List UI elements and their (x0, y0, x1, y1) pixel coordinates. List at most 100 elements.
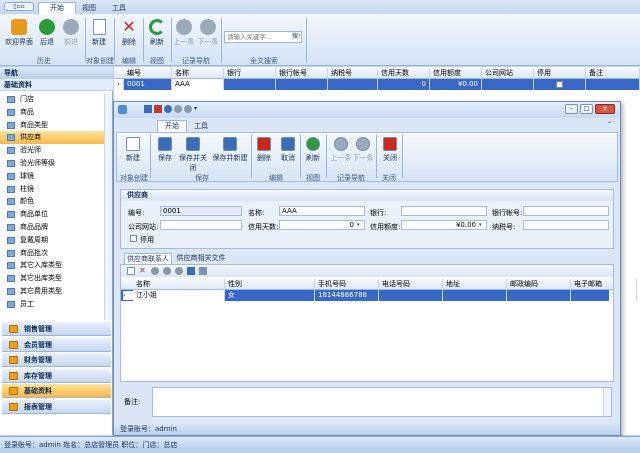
remove-row-icon[interactable]: ✕ (139, 267, 147, 275)
tool-icon[interactable] (199, 267, 207, 275)
dropdown-icon[interactable]: ▾ (194, 105, 202, 113)
tab-view[interactable]: 视图 (78, 3, 100, 14)
column-header[interactable]: 邮政编码 (507, 279, 571, 290)
sidebar-item[interactable]: 商品类型 (0, 119, 112, 132)
grid-cell[interactable] (507, 290, 571, 301)
grid-cell[interactable] (443, 290, 507, 301)
bank-field[interactable] (401, 206, 487, 216)
column-header[interactable]: 电话号码 (379, 279, 443, 290)
search-button[interactable]: 搜! (292, 32, 302, 42)
ribbon-collapse-icon[interactable]: ⌃ (607, 121, 615, 129)
credit-limit-field[interactable]: ¥0.00 (401, 220, 487, 230)
sidebar-item[interactable]: 其它入库类型 (0, 259, 112, 272)
sidebar-item[interactable]: 商品品牌 (0, 221, 112, 234)
disabled-checkbox[interactable] (556, 81, 563, 88)
column-header[interactable]: 性别 (225, 279, 315, 290)
nav-section-title[interactable]: 基础资料 (0, 79, 113, 91)
sidebar-item[interactable]: 供应商 (0, 131, 112, 145)
grid-cell[interactable] (224, 79, 276, 90)
prev-record-button[interactable]: 上一条 (172, 19, 196, 47)
save-icon[interactable] (144, 105, 152, 113)
grid-cell[interactable]: 0 (378, 79, 430, 90)
save-button[interactable]: 保存 (155, 137, 175, 163)
save-new-button[interactable]: 保存并新建 (211, 137, 249, 163)
nav-down-icon[interactable] (184, 105, 192, 113)
column-header[interactable]: 信用额度 (430, 68, 482, 79)
cancel-button[interactable]: 取消 (277, 137, 299, 163)
code-field[interactable]: 0001 (160, 206, 242, 216)
welcome-button[interactable]: 欢迎界面 (4, 19, 34, 47)
column-header[interactable]: 名称 (133, 279, 225, 290)
minimize-button[interactable]: – (565, 104, 578, 114)
sidebar-item[interactable]: 球镜 (0, 170, 112, 183)
grid-cell[interactable] (571, 290, 637, 301)
close-button[interactable]: 关闭 (380, 137, 400, 163)
save-close-button[interactable]: 保存并关闭 (176, 137, 210, 173)
next-record-button[interactable]: 下一条 (352, 137, 374, 163)
column-header[interactable]: 纳税号 (328, 68, 378, 79)
nav-module[interactable]: 报表管理 (2, 399, 111, 414)
grid-cell[interactable] (276, 79, 328, 90)
credit-limit-spin-icon[interactable]: ▾ (479, 221, 486, 229)
back-button[interactable]: 后退 (36, 19, 58, 47)
grid-cell[interactable] (328, 79, 378, 90)
nav-up-icon[interactable] (174, 105, 182, 113)
bank-account-field[interactable] (523, 206, 609, 216)
dialog-tab-tools[interactable]: 工具 (190, 121, 212, 132)
nav-scrollbar[interactable] (104, 93, 112, 320)
refresh-button[interactable]: 刷新 (146, 19, 168, 47)
sidebar-item[interactable]: 商品批次 (0, 247, 112, 260)
sidebar-item[interactable]: 其它费用类型 (0, 285, 112, 298)
export-icon[interactable] (187, 267, 195, 275)
nav-module[interactable]: 库存管理 (2, 368, 111, 383)
sidebar-item[interactable]: 柱镜 (0, 183, 112, 196)
grid-cell[interactable]: 18144866788 (315, 290, 379, 301)
website-field[interactable] (160, 220, 242, 230)
column-header[interactable]: 手机号码 (315, 279, 379, 290)
tab-start[interactable]: 开始 (38, 2, 76, 14)
sidebar-item[interactable]: 员工 (0, 298, 112, 311)
sidebar-item[interactable]: 验光师 (0, 144, 112, 157)
next-record-button[interactable]: 下一条 (196, 19, 220, 47)
new-button[interactable]: 新建 (88, 19, 110, 47)
delete-button[interactable]: 删除 (254, 137, 274, 163)
credit-days-field[interactable]: 0 (279, 220, 365, 230)
grid-cell[interactable] (586, 79, 640, 90)
quick-access-toolbar[interactable]: ▯▫▫ (4, 2, 34, 11)
refresh-button[interactable]: 刷新 (303, 137, 323, 163)
column-header[interactable]: 名称 (172, 68, 224, 79)
add-row-icon[interactable] (127, 267, 135, 275)
nav-module[interactable]: 销售管理 (2, 322, 111, 336)
grid-cell[interactable] (482, 79, 534, 90)
column-header[interactable]: 编号 (124, 68, 172, 79)
tab-supplier-contacts[interactable]: 供应商联系人 (124, 253, 172, 264)
print-icon[interactable] (154, 105, 162, 113)
first-icon[interactable] (151, 267, 159, 275)
sidebar-item[interactable]: 颜色 (0, 195, 112, 208)
next-icon[interactable] (175, 267, 183, 275)
close-window-button[interactable]: ✕ (595, 104, 615, 114)
tax-field[interactable] (523, 220, 609, 230)
column-header[interactable]: 公司网站 (482, 68, 534, 79)
column-header[interactable]: 信用天数 (378, 68, 430, 79)
sidebar-item[interactable]: 复戴周期 (0, 234, 112, 247)
column-header[interactable]: 备注 (586, 68, 640, 79)
nav-module[interactable]: 财务管理 (2, 353, 111, 367)
maximize-button[interactable]: □ (580, 104, 593, 114)
column-header[interactable]: 停用 (534, 68, 586, 79)
grid-cell[interactable]: 女 (225, 290, 315, 301)
grid-cell[interactable]: AAA (172, 79, 224, 90)
grid-cell[interactable]: ¥0.00 (430, 79, 482, 90)
prev-icon[interactable] (163, 267, 171, 275)
notes-field[interactable] (152, 387, 612, 417)
sidebar-item[interactable]: 商品 (0, 106, 112, 119)
sidebar-item[interactable]: 门店 (0, 93, 112, 106)
column-header[interactable]: 银行 (224, 68, 276, 79)
dialog-tab-start[interactable]: 开始 (157, 120, 187, 132)
nav-module[interactable]: 基础资料 (2, 384, 111, 398)
tab-tools[interactable]: 工具 (108, 3, 130, 14)
search-input[interactable] (224, 31, 302, 43)
delete-button[interactable]: ✕ 删除 (118, 19, 140, 47)
sidebar-item[interactable]: 商品单位 (0, 208, 112, 221)
name-field[interactable]: AAA (279, 206, 365, 216)
